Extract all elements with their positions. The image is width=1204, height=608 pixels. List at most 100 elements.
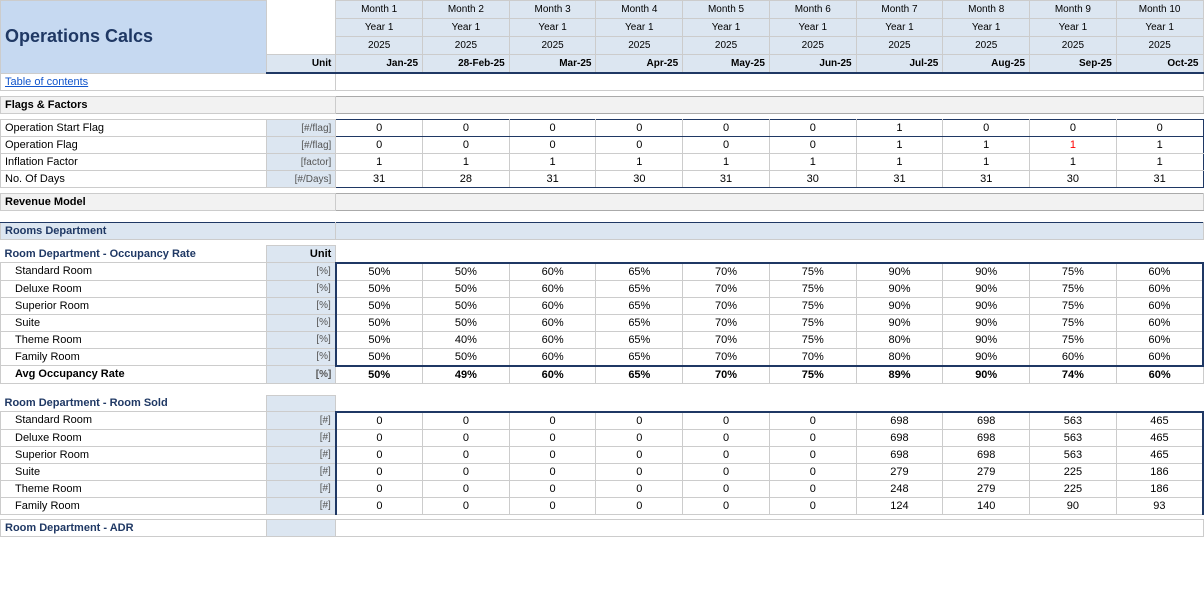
sold-val-5-1: 0 xyxy=(423,497,510,514)
flag-unit-3: [#/Days] xyxy=(266,171,335,188)
occ-val-2-2: 60% xyxy=(509,297,596,314)
avg-occ-val-3: 65% xyxy=(596,366,683,384)
occ-val-0-2: 60% xyxy=(509,263,596,281)
flag-val-1-8: 1 xyxy=(1030,137,1117,154)
occ-val-4-5: 75% xyxy=(769,331,856,348)
sold-val-0-2: 0 xyxy=(509,412,596,430)
flag-val-3-6: 31 xyxy=(856,171,943,188)
sold-val-3-7: 279 xyxy=(943,463,1030,480)
occ-val-5-6: 80% xyxy=(856,348,943,366)
sold-val-1-7: 698 xyxy=(943,429,1030,446)
sold-val-5-6: 124 xyxy=(856,497,943,514)
occ-val-4-0: 50% xyxy=(336,331,423,348)
flag-val-3-7: 31 xyxy=(943,171,1030,188)
col-date-9: Sep-25 xyxy=(1030,55,1117,74)
page-title: Operations Calcs xyxy=(1,1,267,74)
avg-occ-val-8: 74% xyxy=(1030,366,1117,384)
sold-room-label-0: Standard Room xyxy=(1,412,267,430)
sold-val-0-5: 0 xyxy=(769,412,856,430)
occ-val-5-9: 60% xyxy=(1116,348,1203,366)
occ-val-0-7: 90% xyxy=(943,263,1030,281)
occ-room-label-5: Family Room xyxy=(1,348,267,366)
occ-val-1-8: 75% xyxy=(1030,280,1117,297)
avg-occ-label: Avg Occupancy Rate xyxy=(1,366,267,384)
occ-val-4-8: 75% xyxy=(1030,331,1117,348)
flag-val-0-1: 0 xyxy=(423,120,510,137)
flag-label-1: Operation Flag xyxy=(1,137,267,154)
flag-val-1-9: 1 xyxy=(1116,137,1203,154)
occ-val-5-1: 50% xyxy=(423,348,510,366)
occ-val-2-1: 50% xyxy=(423,297,510,314)
occ-val-5-0: 50% xyxy=(336,348,423,366)
flag-val-3-5: 30 xyxy=(769,171,856,188)
flag-val-2-3: 1 xyxy=(596,154,683,171)
sold-val-2-5: 0 xyxy=(769,446,856,463)
occ-val-0-6: 90% xyxy=(856,263,943,281)
sold-room-label-5: Family Room xyxy=(1,497,267,514)
flag-label-2: Inflation Factor xyxy=(1,154,267,171)
occ-val-5-8: 60% xyxy=(1030,348,1117,366)
occ-val-1-2: 60% xyxy=(509,280,596,297)
col-year2-9: 2025 xyxy=(1030,37,1117,55)
col-date-10: Oct-25 xyxy=(1116,55,1203,74)
flag-val-2-9: 1 xyxy=(1116,154,1203,171)
occ-val-1-0: 50% xyxy=(336,280,423,297)
occ-val-3-2: 60% xyxy=(509,314,596,331)
occ-val-1-5: 75% xyxy=(769,280,856,297)
sold-val-5-0: 0 xyxy=(336,497,423,514)
occ-rate-unit-label: Unit xyxy=(266,246,335,263)
col-header-1: Month 1 xyxy=(336,1,423,19)
occ-val-0-0: 50% xyxy=(336,263,423,281)
sold-val-5-8: 90 xyxy=(1030,497,1117,514)
avg-occ-val-5: 75% xyxy=(769,366,856,384)
flag-val-1-7: 1 xyxy=(943,137,1030,154)
sold-val-2-7: 698 xyxy=(943,446,1030,463)
sold-val-5-3: 0 xyxy=(596,497,683,514)
flag-val-1-5: 0 xyxy=(769,137,856,154)
sold-val-4-1: 0 xyxy=(423,480,510,497)
sold-val-3-8: 225 xyxy=(1030,463,1117,480)
occ-val-4-6: 80% xyxy=(856,331,943,348)
sold-val-0-3: 0 xyxy=(596,412,683,430)
flag-val-1-0: 0 xyxy=(336,137,423,154)
sold-val-3-6: 279 xyxy=(856,463,943,480)
sold-val-3-9: 186 xyxy=(1116,463,1203,480)
col-header-6: Month 6 xyxy=(769,1,856,19)
sold-val-1-9: 465 xyxy=(1116,429,1203,446)
col-date-5: May-25 xyxy=(683,55,770,74)
occ-val-3-5: 75% xyxy=(769,314,856,331)
occ-val-2-3: 65% xyxy=(596,297,683,314)
col-year2-6: 2025 xyxy=(769,37,856,55)
flag-val-0-8: 0 xyxy=(1030,120,1117,137)
occ-val-4-7: 90% xyxy=(943,331,1030,348)
col-header-8: Month 8 xyxy=(943,1,1030,19)
sold-val-5-9: 93 xyxy=(1116,497,1203,514)
occ-val-2-7: 90% xyxy=(943,297,1030,314)
sold-val-0-4: 0 xyxy=(683,412,770,430)
sold-val-4-6: 248 xyxy=(856,480,943,497)
col-year2-7: 2025 xyxy=(856,37,943,55)
occ-room-label-2: Superior Room xyxy=(1,297,267,314)
flag-unit-2: [factor] xyxy=(266,154,335,171)
sold-room-label-4: Theme Room xyxy=(1,480,267,497)
sold-val-0-0: 0 xyxy=(336,412,423,430)
occ-val-1-9: 60% xyxy=(1116,280,1203,297)
occ-val-5-7: 90% xyxy=(943,348,1030,366)
occ-val-0-8: 75% xyxy=(1030,263,1117,281)
col-year-8: Year 1 xyxy=(943,19,1030,37)
occ-room-label-4: Theme Room xyxy=(1,331,267,348)
col-date-1: Jan-25 xyxy=(336,55,423,74)
col-date-3: Mar-25 xyxy=(509,55,596,74)
occ-val-2-8: 75% xyxy=(1030,297,1117,314)
col-year-3: Year 1 xyxy=(509,19,596,37)
flag-val-2-8: 1 xyxy=(1030,154,1117,171)
occ-val-1-6: 90% xyxy=(856,280,943,297)
sold-val-1-3: 0 xyxy=(596,429,683,446)
occ-val-1-1: 50% xyxy=(423,280,510,297)
sold-val-4-9: 186 xyxy=(1116,480,1203,497)
toc-link[interactable]: Table of contents xyxy=(5,76,88,88)
col-year-10: Year 1 xyxy=(1116,19,1203,37)
occ-val-1-7: 90% xyxy=(943,280,1030,297)
flag-val-1-6: 1 xyxy=(856,137,943,154)
revenue-section-header: Revenue Model xyxy=(1,194,336,211)
